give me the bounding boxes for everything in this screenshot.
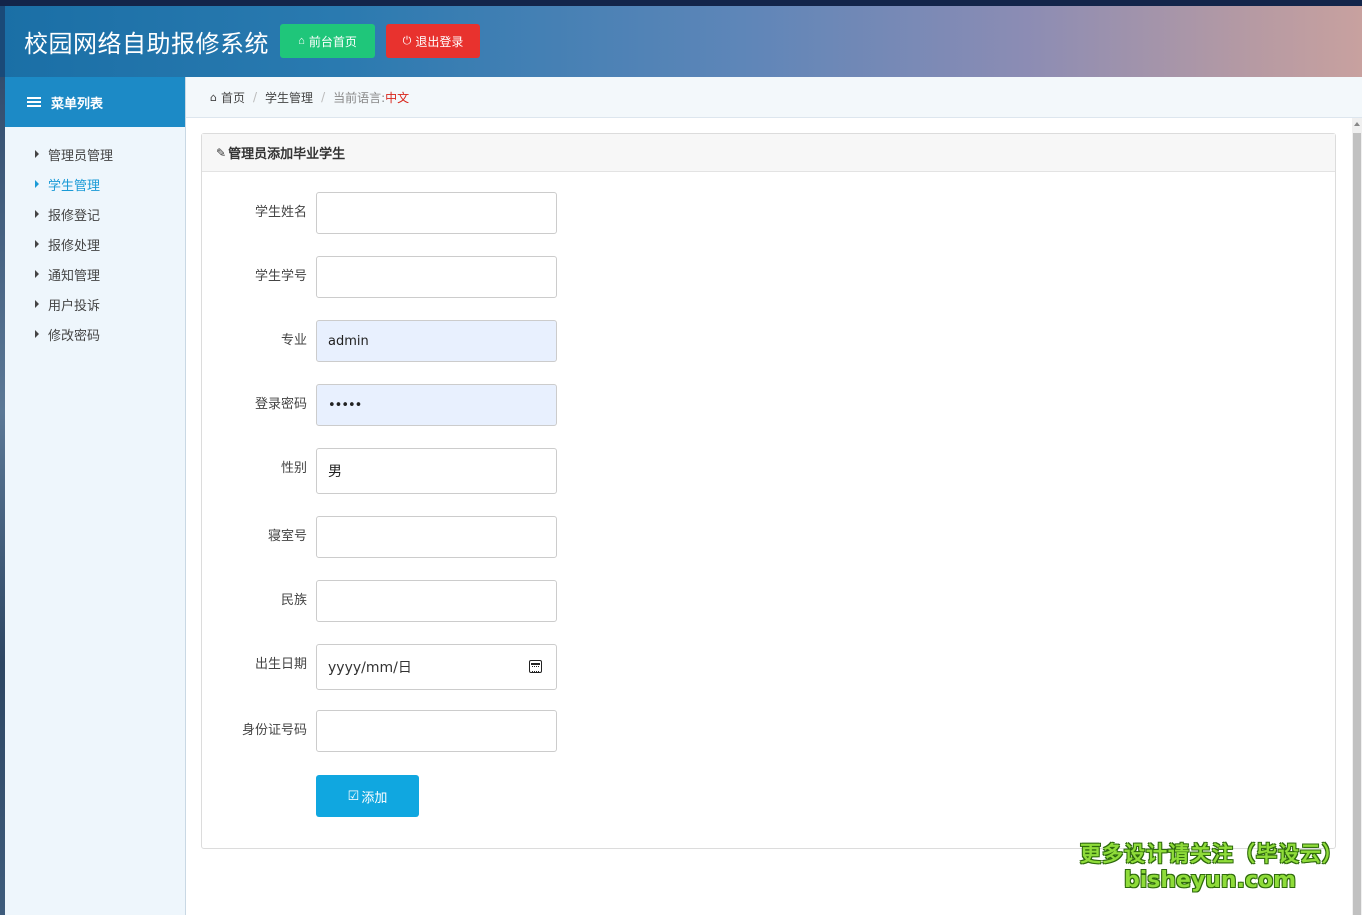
birth-date-input-value: yyyy/mm/日 — [328, 660, 412, 676]
login-password-input-value: ••••• — [328, 397, 362, 413]
label-ethnicity: 民族 — [280, 593, 307, 608]
watermark-line1: 更多设计请关注（毕设云） — [1080, 842, 1344, 866]
sidebar-menu-title: 菜单列表 — [51, 96, 104, 112]
major-input[interactable]: admin — [316, 320, 557, 362]
label-id-card-number: 身份证号码 — [241, 723, 307, 738]
birth-date-input[interactable]: yyyy/mm/日 — [316, 644, 557, 690]
front-home-button[interactable]: ⌂ 前台首页 — [280, 24, 375, 58]
sidebar-item-user-complaints[interactable]: 用户投诉 — [5, 289, 185, 319]
sidebar-item-repair-registration[interactable]: 报修登记 — [5, 199, 185, 229]
caret-right-icon — [35, 300, 39, 308]
sidebar-item-label: 修改密码 — [48, 328, 101, 344]
label-birth-date: 出生日期 — [254, 657, 307, 672]
sidebar-item-label: 用户投诉 — [48, 298, 101, 314]
sidebar-item-label: 管理员管理 — [48, 148, 114, 164]
app-title: 校园网络自助报修系统 — [24, 30, 269, 58]
student-number-input[interactable] — [316, 256, 557, 298]
add-button-label: 添加 — [361, 789, 388, 805]
major-input-value: admin — [328, 333, 369, 349]
caret-right-icon — [35, 240, 39, 248]
caret-right-icon — [35, 180, 39, 188]
sidebar-item-notice-management[interactable]: 通知管理 — [5, 259, 185, 289]
student-name-input[interactable] — [316, 192, 557, 234]
label-student-name: 学生姓名 — [254, 205, 307, 220]
page-scrollbar[interactable] — [1352, 118, 1362, 915]
breadcrumb-separator: / — [253, 90, 258, 104]
sidebar-item-label: 通知管理 — [48, 268, 101, 284]
breadcrumb-section[interactable]: 学生管理 — [265, 89, 313, 106]
watermark-line2: bisheyun.com — [1123, 868, 1297, 893]
breadcrumb-separator: / — [321, 90, 326, 104]
home-icon: ⌂ — [298, 35, 305, 47]
gender-input-value: 男 — [328, 464, 342, 480]
breadcrumb: ⌂ 首页 / 学生管理 / 当前语言: 中文 — [186, 77, 1362, 118]
language-value[interactable]: 中文 — [385, 89, 409, 106]
sidebar-item-label: 报修登记 — [48, 208, 101, 224]
sidebar: 菜单列表 管理员管理 学生管理 报修登记 报修处理 通知管理 用户投诉 修改密码 — [5, 77, 186, 915]
front-home-button-label: 前台首页 — [308, 34, 357, 49]
form-panel-header: ✎ 管理员添加毕业学生 — [202, 134, 1335, 172]
edit-icon: ✎ — [216, 145, 227, 160]
sidebar-item-change-password[interactable]: 修改密码 — [5, 319, 185, 349]
sidebar-item-repair-processing[interactable]: 报修处理 — [5, 229, 185, 259]
id-card-number-input[interactable] — [316, 710, 557, 752]
caret-right-icon — [35, 150, 39, 158]
label-major: 专业 — [280, 333, 307, 348]
logout-button-label: 退出登录 — [415, 34, 464, 49]
sidebar-item-label: 报修处理 — [48, 238, 101, 254]
sidebar-menu-header: 菜单列表 — [5, 77, 185, 127]
check-square-icon: ☑ — [347, 788, 360, 803]
gender-input[interactable]: 男 — [316, 448, 557, 494]
ethnicity-input[interactable] — [316, 580, 557, 622]
form-panel: ✎ 管理员添加毕业学生 学生姓名 学生学号 专业 admin 登录密码 ••••… — [201, 133, 1336, 849]
sidebar-menu: 管理员管理 学生管理 报修登记 报修处理 通知管理 用户投诉 修改密码 — [5, 127, 185, 349]
caret-right-icon — [35, 270, 39, 278]
form-title: 管理员添加毕业学生 — [228, 147, 346, 162]
caret-right-icon — [35, 330, 39, 338]
login-password-input[interactable]: ••••• — [316, 384, 557, 426]
add-button[interactable]: ☑ 添加 — [316, 775, 419, 817]
label-gender: 性别 — [280, 461, 307, 476]
scrollbar-thumb[interactable] — [1353, 133, 1361, 915]
watermark: 更多设计请关注（毕设云） bisheyun.com — [1080, 838, 1344, 893]
calendar-icon[interactable] — [529, 660, 542, 673]
home-icon: ⌂ — [210, 90, 217, 104]
sidebar-item-admin-management[interactable]: 管理员管理 — [5, 139, 185, 169]
sidebar-item-student-management[interactable]: 学生管理 — [5, 169, 185, 199]
language-label: 当前语言: — [333, 90, 386, 105]
label-dorm-number: 寝室号 — [267, 529, 307, 544]
label-student-number: 学生学号 — [254, 269, 307, 284]
dorm-number-input[interactable] — [316, 516, 557, 558]
breadcrumb-home[interactable]: 首页 — [221, 89, 245, 106]
sidebar-item-label: 学生管理 — [48, 178, 101, 194]
caret-right-icon — [35, 210, 39, 218]
header-left-strip — [0, 6, 5, 77]
logout-button[interactable]: ⏻ 退出登录 — [386, 24, 480, 58]
app-header: 校园网络自助报修系统 ⌂ 前台首页 ⏻ 退出登录 — [0, 0, 1362, 77]
list-icon — [27, 95, 41, 109]
power-icon: ⏻ — [402, 34, 412, 47]
scroll-up-arrow-icon[interactable] — [1354, 122, 1360, 126]
label-login-password: 登录密码 — [254, 397, 307, 412]
